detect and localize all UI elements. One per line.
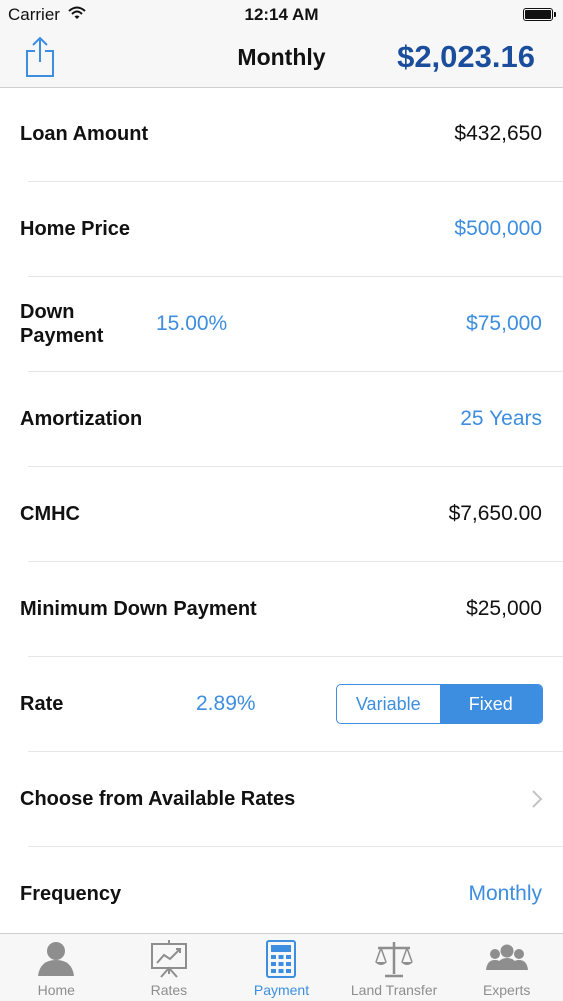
chevron-right-icon — [532, 790, 543, 808]
nav-bar: Monthly $2,023.16 — [0, 30, 563, 88]
person-icon — [38, 942, 75, 976]
down-payment-row: Down Payment 15.00% $75,000 — [20, 277, 563, 372]
loan-amount-value: $432,650 — [454, 122, 542, 145]
down-payment-percent[interactable]: 15.00% — [156, 312, 227, 336]
down-payment-label-line2: Payment — [20, 325, 104, 347]
home-price-label: Home Price — [20, 218, 131, 240]
mortgage-form: Loan Amount $432,650 Home Price $500,000… — [0, 87, 563, 941]
tab-home-label: Home — [37, 982, 75, 998]
minimum-down-payment-value: $25,000 — [466, 597, 542, 620]
tab-payment-label: Payment — [253, 982, 310, 998]
tab-home[interactable]: Home — [0, 934, 113, 1001]
frequency-value[interactable]: Monthly — [468, 882, 542, 906]
calculator-icon — [266, 940, 297, 978]
cmhc-row: CMHC $7,650.00 — [20, 467, 563, 562]
rate-value[interactable]: 2.89% — [196, 692, 256, 716]
cmhc-label: CMHC — [20, 503, 80, 525]
tab-experts-label: Experts — [482, 982, 531, 998]
frequency-row[interactable]: Frequency Monthly — [20, 847, 563, 941]
status-bar: Carrier 12:14 AM — [0, 0, 563, 30]
minimum-down-payment-row: Minimum Down Payment $25,000 — [20, 562, 563, 657]
amortization-value[interactable]: 25 Years — [460, 407, 542, 431]
chart-easel-icon — [150, 940, 187, 978]
down-payment-value[interactable]: $75,000 — [466, 312, 542, 336]
home-price-row[interactable]: Home Price $500,000 — [20, 182, 563, 277]
choose-available-rates-row[interactable]: Choose from Available Rates — [20, 752, 563, 847]
down-payment-label: Down Payment — [20, 300, 103, 348]
tab-payment[interactable]: Payment — [225, 934, 338, 1001]
scales-icon — [375, 942, 414, 978]
amortization-label: Amortization — [20, 408, 143, 430]
battery-icon — [523, 8, 556, 21]
monthly-payment-amount: $2,023.16 — [397, 39, 535, 74]
tab-land-transfer[interactable]: Land Transfer — [338, 934, 451, 1001]
rate-label: Rate — [20, 693, 64, 715]
group-icon — [485, 944, 528, 970]
amortization-row[interactable]: Amortization 25 Years — [20, 372, 563, 467]
rate-type-variable[interactable]: Variable — [337, 685, 440, 723]
frequency-label: Frequency — [20, 883, 122, 905]
rate-type-segmented-control: Variable Fixed — [336, 684, 543, 724]
cmhc-value: $7,650.00 — [448, 502, 542, 525]
rate-row: Rate 2.89% Variable Fixed — [20, 657, 563, 752]
minimum-down-payment-label: Minimum Down Payment — [20, 598, 257, 620]
clock: 12:14 AM — [244, 5, 319, 24]
tab-rates[interactable]: Rates — [113, 934, 226, 1001]
tab-experts[interactable]: Experts — [450, 934, 563, 1001]
loan-amount-label: Loan Amount — [20, 123, 149, 145]
rate-type-fixed[interactable]: Fixed — [439, 685, 542, 723]
down-payment-label-line1: Down — [20, 301, 75, 323]
home-price-value[interactable]: $500,000 — [454, 217, 542, 241]
choose-available-rates-label: Choose from Available Rates — [20, 788, 296, 810]
loan-amount-row: Loan Amount $432,650 — [20, 87, 563, 182]
tab-land-transfer-label: Land Transfer — [350, 982, 438, 998]
tab-rates-label: Rates — [150, 982, 188, 998]
tab-bar: Home Rates Payment Land Transfer Experts — [0, 933, 563, 1001]
